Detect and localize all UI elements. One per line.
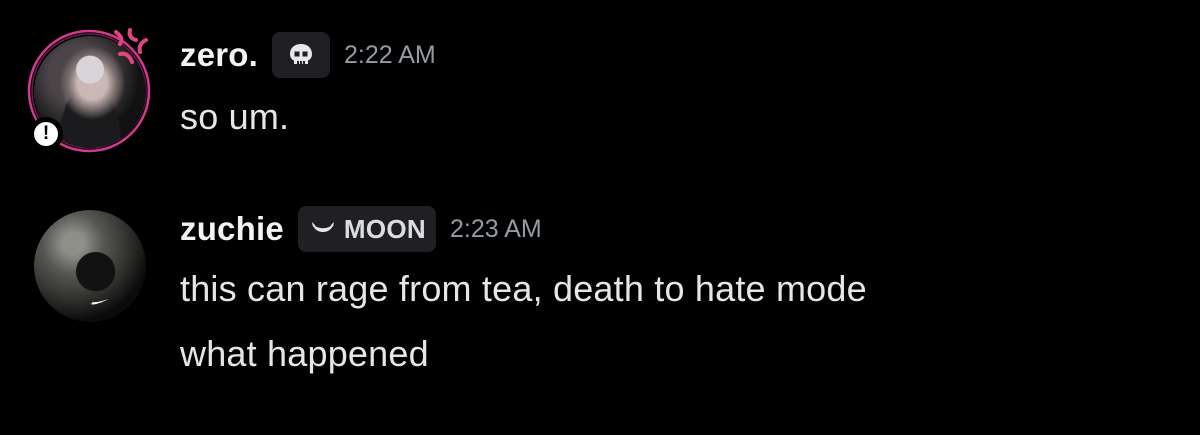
chat-message: ! zero. 2:22 AM so um. xyxy=(0,0,1200,170)
skull-icon xyxy=(290,44,313,64)
server-tag[interactable] xyxy=(272,32,331,78)
avatar-container[interactable]: ! xyxy=(26,28,156,158)
anger-symbol-icon xyxy=(114,28,148,64)
swoosh-icon xyxy=(91,299,109,305)
crescent-moon-icon xyxy=(311,222,334,232)
message-header: zuchie MOON 2:23 AM xyxy=(180,202,542,256)
status-badge: ! xyxy=(29,117,63,151)
chat-message: zuchie MOON 2:23 AM this can rage from t… xyxy=(0,190,1200,410)
username[interactable]: zuchie xyxy=(180,210,284,248)
server-tag[interactable]: MOON xyxy=(297,206,436,252)
message-header: zero. 2:22 AM xyxy=(180,30,436,80)
username[interactable]: zero. xyxy=(180,36,258,74)
message-text: this can rage from tea, death to hate mo… xyxy=(180,268,867,309)
timestamp[interactable]: 2:22 AM xyxy=(344,41,436,70)
server-tag-label: MOON xyxy=(343,213,426,244)
avatar-container[interactable] xyxy=(26,202,156,332)
status-badge-label: ! xyxy=(34,122,58,146)
message-text: what happened xyxy=(180,333,429,374)
message-text: so um. xyxy=(180,96,290,137)
timestamp[interactable]: 2:23 AM xyxy=(450,215,542,244)
